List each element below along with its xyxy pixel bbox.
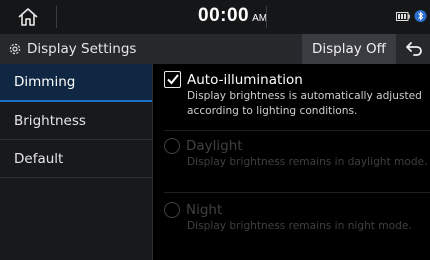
option-auto-illumination[interactable]: Auto-illumination Display brightness is … bbox=[164, 71, 430, 119]
divider bbox=[164, 130, 430, 131]
clock-time: 00:00 bbox=[198, 5, 250, 26]
home-button[interactable] bbox=[0, 0, 56, 34]
checkmark-icon bbox=[166, 74, 179, 85]
status-divider bbox=[56, 6, 57, 28]
page-title-text: Display Settings bbox=[27, 41, 137, 57]
home-icon bbox=[18, 8, 38, 26]
night-desc: Display brightness remains in night mode… bbox=[187, 220, 412, 232]
divider bbox=[164, 192, 430, 193]
status-icons bbox=[396, 9, 430, 23]
sidebar-item-dimming[interactable]: Dimming bbox=[0, 64, 152, 102]
status-bar: 00:00 AM bbox=[0, 0, 430, 34]
auto-illumination-label: Auto-illumination bbox=[187, 71, 303, 88]
settings-content: Auto-illumination Display brightness is … bbox=[154, 64, 430, 260]
daylight-label: Daylight bbox=[186, 138, 243, 154]
back-button[interactable] bbox=[398, 34, 430, 64]
daylight-desc: Display brightness remains in daylight m… bbox=[187, 156, 428, 168]
clock: 00:00 AM bbox=[198, 5, 267, 27]
clock-ampm: AM bbox=[252, 13, 268, 24]
option-daylight[interactable]: Daylight Display brightness remains in d… bbox=[164, 138, 430, 170]
display-off-button[interactable]: Display Off bbox=[302, 34, 396, 64]
auto-illumination-desc: Display brightness is automatically adju… bbox=[164, 89, 430, 119]
auto-illumination-checkbox[interactable] bbox=[164, 71, 181, 88]
option-night[interactable]: Night Display brightness remains in nigh… bbox=[164, 202, 430, 234]
bluetooth-icon bbox=[414, 10, 427, 22]
gear-icon bbox=[9, 43, 21, 55]
title-bar: Display Settings Display Off bbox=[0, 34, 430, 64]
status-divider bbox=[266, 6, 267, 28]
auto-illumination-desc-line2: according to lighting conditions. bbox=[187, 105, 358, 117]
sidebar-item-brightness[interactable]: Brightness bbox=[0, 102, 152, 140]
night-radio[interactable] bbox=[164, 202, 180, 218]
daylight-radio[interactable] bbox=[164, 138, 180, 154]
sidebar: Dimming Brightness Default bbox=[0, 64, 153, 260]
sidebar-item-default[interactable]: Default bbox=[0, 140, 152, 178]
battery-icon bbox=[396, 11, 410, 21]
page-title: Display Settings bbox=[8, 34, 136, 64]
back-icon bbox=[406, 42, 422, 56]
night-label: Night bbox=[186, 202, 223, 218]
auto-illumination-desc-line1: Display brightness is automatically adju… bbox=[187, 90, 422, 102]
